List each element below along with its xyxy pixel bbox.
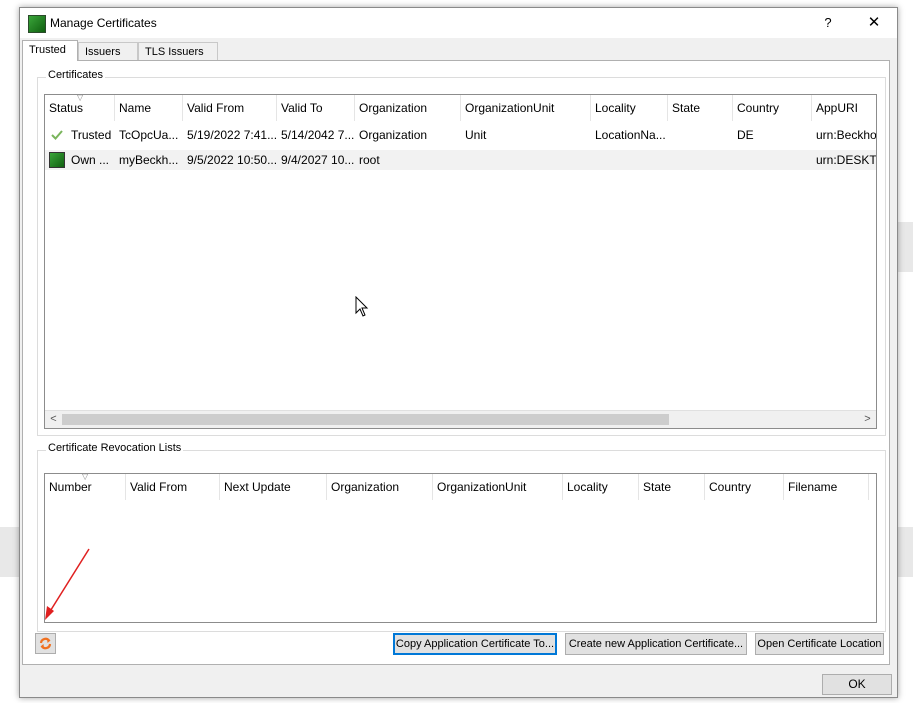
cell-status: Trusted	[71, 128, 112, 142]
column-header-country[interactable]: Country	[733, 95, 812, 121]
create-new-application-certificate-button[interactable]: Create new Application Certificate...	[565, 633, 747, 655]
table-row[interactable]: Trusted TcOpcUa... 5/19/2022 7:41... 5/1…	[45, 125, 876, 145]
column-header-organization[interactable]: Organization	[327, 474, 433, 500]
column-header-organization-unit[interactable]: OrganizationUnit	[461, 95, 591, 121]
app-certificate-icon	[28, 15, 46, 33]
cell-organization: root	[359, 153, 380, 167]
background-window-strip	[896, 222, 913, 272]
cell-state	[668, 150, 733, 170]
certificates-group-label: Certificates	[46, 69, 106, 81]
certificates-header: Status ▽ Name Valid From Valid To Organi…	[45, 95, 876, 121]
window-title: Manage Certificates	[50, 16, 157, 30]
open-certificate-location-button[interactable]: Open Certificate Location	[755, 633, 884, 655]
column-header-organization[interactable]: Organization	[355, 95, 461, 121]
revocation-header: Number ▽ Valid From Next Update Organiza…	[45, 474, 876, 500]
sort-indicator-icon: ▽	[77, 94, 84, 102]
cell-valid-from: 5/19/2022 7:41...	[187, 128, 277, 142]
help-button[interactable]: ?	[818, 13, 838, 33]
revocation-lists-group: Certificate Revocation Lists Number ▽ Va…	[37, 442, 886, 632]
column-header-state[interactable]: State	[668, 95, 733, 121]
cell-valid-from: 9/5/2022 10:50...	[187, 153, 277, 167]
tab-trusted[interactable]: Trusted	[22, 40, 78, 61]
column-header-name[interactable]: Name	[115, 95, 183, 121]
cell-organization: Organization	[359, 128, 428, 142]
check-icon	[51, 129, 63, 144]
column-header-filename[interactable]: Filename	[784, 474, 869, 500]
column-header-valid-from[interactable]: Valid From	[126, 474, 220, 500]
revocation-lists-group-label: Certificate Revocation Lists	[46, 442, 184, 454]
column-header-state[interactable]: State	[639, 474, 705, 500]
trusted-tab-pane: Certificates Status ▽ Name Valid From Va…	[22, 60, 890, 665]
cell-valid-to: 9/4/2027 10...	[281, 153, 355, 167]
cell-locality	[591, 150, 668, 170]
tab-tls-issuers[interactable]: TLS Issuers	[138, 42, 218, 60]
scroll-right-icon[interactable]: >	[859, 411, 876, 428]
scrollbar-thumb[interactable]	[62, 414, 669, 425]
cell-app-uri: urn:DESKT...	[816, 153, 876, 167]
column-header-next-update[interactable]: Next Update	[220, 474, 327, 500]
own-certificate-icon	[49, 152, 65, 168]
column-header-locality[interactable]: Locality	[563, 474, 639, 500]
tab-issuers[interactable]: Issuers	[78, 42, 138, 60]
title-bar: Manage Certificates ? ✕	[20, 8, 897, 38]
column-header-app-uri[interactable]: AppURI	[812, 95, 876, 121]
cell-organization-unit	[461, 150, 591, 170]
background-window-strip	[0, 527, 19, 577]
cell-country: DE	[737, 128, 754, 142]
mouse-cursor-icon	[355, 296, 369, 317]
cell-name: TcOpcUa...	[119, 128, 179, 142]
table-row[interactable]: Own ... myBeckh... 9/5/2022 10:50... 9/4…	[45, 150, 876, 170]
refresh-icon	[38, 636, 53, 654]
cell-status: Own ...	[71, 153, 110, 167]
manage-certificates-dialog: Manage Certificates ? ✕ Trusted Issuers …	[19, 7, 898, 698]
refresh-button[interactable]	[35, 633, 56, 654]
column-header-locality[interactable]: Locality	[591, 95, 668, 121]
sort-indicator-icon: ▽	[82, 473, 89, 481]
horizontal-scrollbar[interactable]: < >	[45, 410, 876, 428]
cell-locality: LocationNa...	[595, 128, 666, 142]
cell-organization-unit: Unit	[465, 128, 487, 142]
cell-state	[668, 125, 733, 145]
ok-button[interactable]: OK	[822, 674, 892, 695]
certificates-table: Status ▽ Name Valid From Valid To Organi…	[44, 94, 877, 429]
column-header-country[interactable]: Country	[705, 474, 784, 500]
column-header-organization-unit[interactable]: OrganizationUnit	[433, 474, 563, 500]
certificates-group: Certificates Status ▽ Name Valid From Va…	[37, 69, 886, 436]
copy-application-certificate-button[interactable]: Copy Application Certificate To...	[393, 633, 557, 655]
cell-name: myBeckh...	[119, 153, 179, 167]
cell-country	[733, 150, 812, 170]
scroll-left-icon[interactable]: <	[45, 411, 62, 428]
column-header-valid-to[interactable]: Valid To	[277, 95, 355, 121]
close-button[interactable]: ✕	[862, 13, 886, 33]
cell-valid-to: 5/14/2042 7...	[281, 128, 355, 142]
column-header-valid-from[interactable]: Valid From	[183, 95, 277, 121]
cell-app-uri: urn:Beckho	[816, 128, 877, 142]
background-window-strip	[896, 527, 913, 577]
revocation-lists-table: Number ▽ Valid From Next Update Organiza…	[44, 473, 877, 623]
